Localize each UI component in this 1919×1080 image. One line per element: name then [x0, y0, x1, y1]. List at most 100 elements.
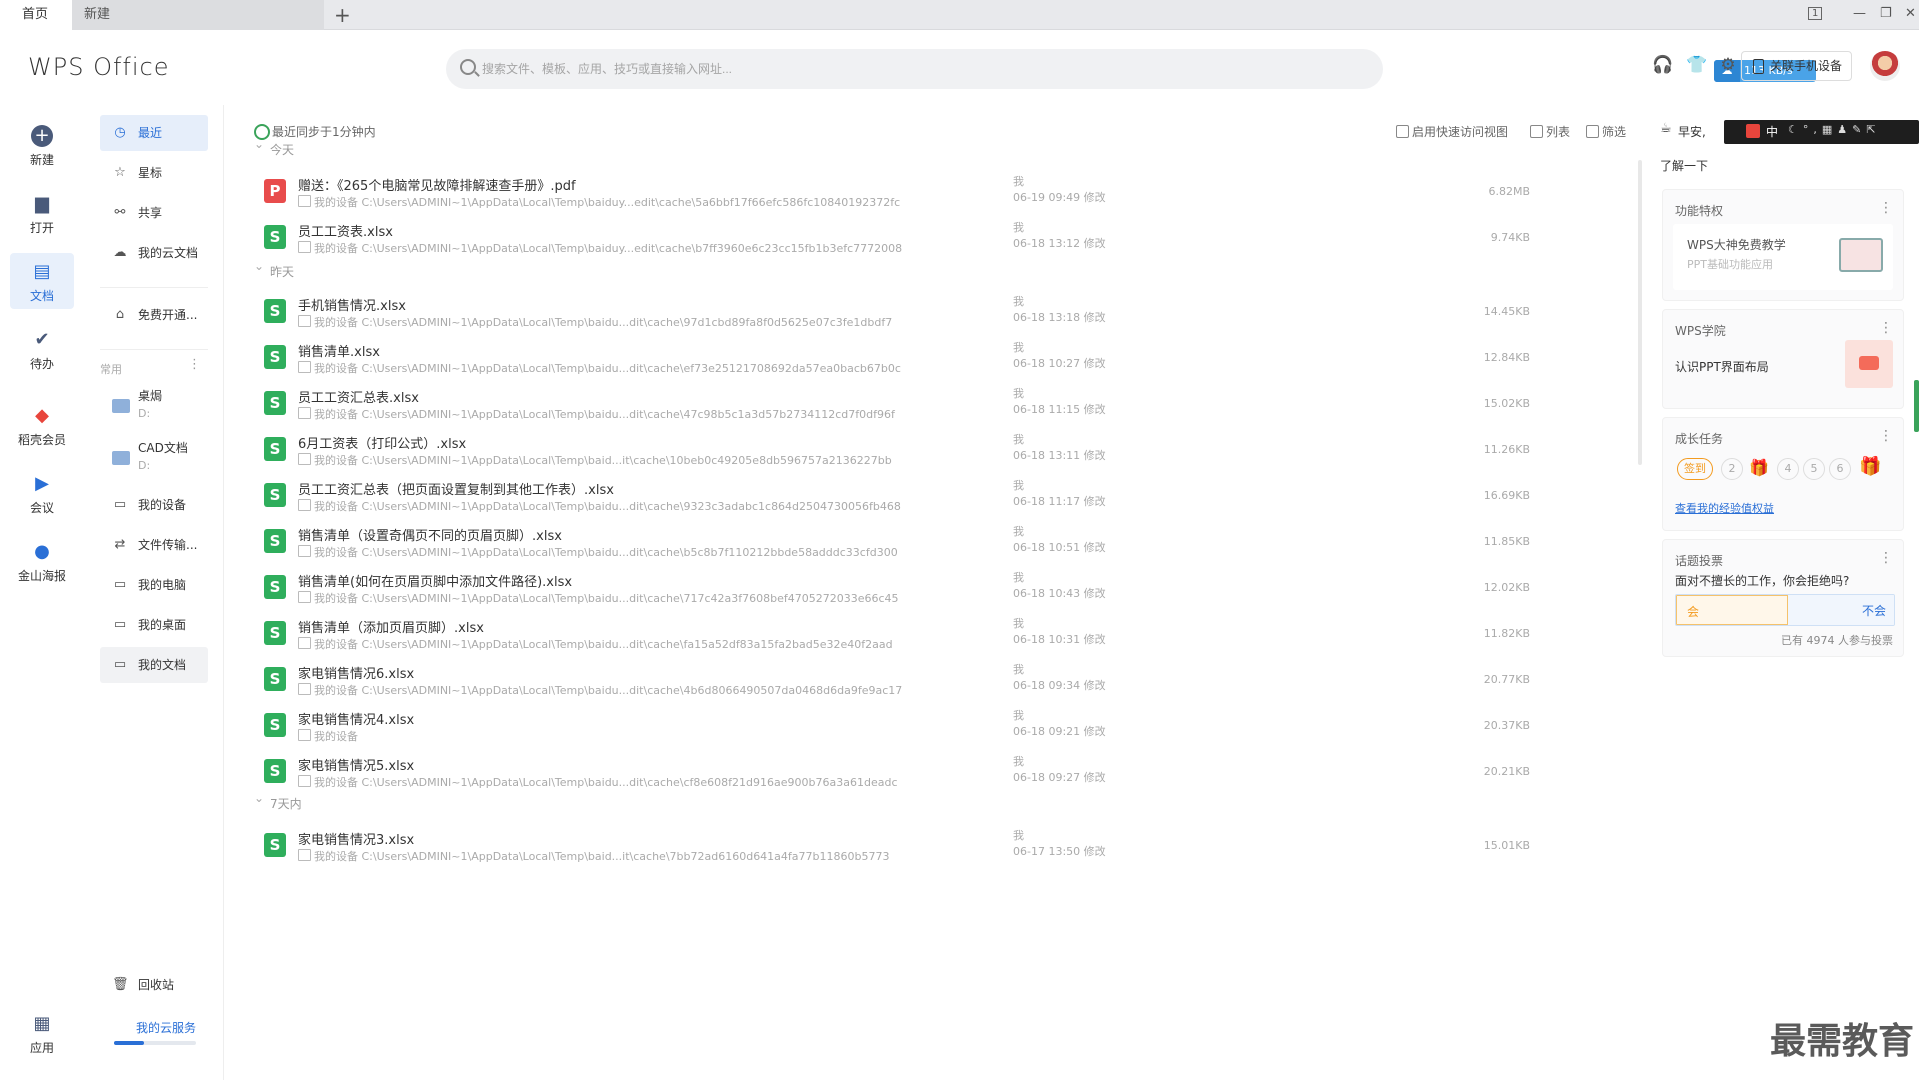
- greeting: ☕ 早安,: [1660, 121, 1706, 140]
- nav-docer[interactable]: ◆ 稻壳会员: [7, 397, 77, 453]
- vote-card[interactable]: 话题投票 ⋮ 面对不擅长的工作，你会拒绝吗? 会 不会 已有 4974 人参与投…: [1662, 539, 1904, 657]
- cloud-icon: ☁: [113, 245, 127, 260]
- nav-new[interactable]: + 新建: [10, 117, 74, 173]
- device-icon: ▭: [113, 497, 127, 512]
- nav-apps[interactable]: ▦ 应用: [10, 1005, 74, 1061]
- nav-poster[interactable]: ● 金山海报: [7, 533, 77, 589]
- quick-access-toggle[interactable]: 启用快速访问视图: [1396, 123, 1508, 140]
- more-icon[interactable]: ⋮: [1879, 428, 1893, 444]
- sub-item-my-docs[interactable]: ▭ 我的文档: [100, 647, 208, 683]
- nav-docs[interactable]: ▤ 文档: [10, 253, 74, 309]
- location-cad[interactable]: CAD文档 D:: [100, 439, 208, 487]
- file-modified: 06-18 13:12 修改: [1013, 237, 1106, 250]
- file-list-panel: 最近同步于1分钟内 启用快速访问视图 列表 筛选 今天昨天7天内P赠送：《265…: [246, 105, 1636, 1080]
- share-icon: ⚯: [114, 205, 126, 220]
- file-path: 我的设备 C:\Users\ADMINI~1\AppData\Local\Tem…: [298, 636, 893, 652]
- more-icon[interactable]: ⋮: [1879, 320, 1893, 336]
- file-name: 销售清单（设置奇偶页不同的页眉页脚）.xlsx: [298, 529, 562, 544]
- document-icon: ▤: [33, 261, 51, 282]
- file-owner: 我: [1013, 341, 1024, 354]
- file-path: 我的设备 C:\Users\ADMINI~1\AppData\Local\Tem…: [298, 360, 901, 376]
- plus-circle-icon: +: [31, 125, 53, 147]
- more-icon[interactable]: ⋮: [188, 357, 201, 372]
- nav-meeting[interactable]: ▶ 会议: [10, 465, 74, 521]
- file-path: 我的设备 C:\Users\ADMINI~1\AppData\Local\Tem…: [298, 682, 902, 698]
- sub-item-label: 我的桌面: [138, 618, 187, 632]
- apps-grid-icon: ▦: [33, 1013, 51, 1034]
- tab-home[interactable]: 首页: [0, 0, 72, 30]
- file-row[interactable]: S 家电销售情况5.xlsx 我的设备 C:\Users\ADMINI~1\AppD…: [246, 747, 1626, 803]
- spreadsheet-file-icon: S: [264, 621, 286, 645]
- file-modified: 06-18 10:43 修改: [1013, 587, 1106, 600]
- folder-icon: [112, 451, 130, 465]
- headset-icon[interactable]: 🎧: [1652, 55, 1673, 75]
- sub-item-share[interactable]: ⚯ 共享: [100, 195, 208, 231]
- avatar[interactable]: [1870, 51, 1900, 81]
- sub-item-free[interactable]: ⌂ 免费开通...: [100, 297, 208, 333]
- more-icon[interactable]: ⋮: [1879, 550, 1893, 566]
- nav-todo[interactable]: ✔ 待办: [10, 321, 74, 377]
- nav-label: 稻壳会员: [17, 433, 66, 447]
- gear-icon[interactable]: ⚙: [1718, 55, 1738, 75]
- nav-open[interactable]: ▆ 打开: [10, 185, 74, 241]
- sub-item-my-pc[interactable]: ▭ 我的电脑: [100, 567, 208, 603]
- academy-card[interactable]: WPS学院 ⋮ 认识PPT界面布局: [1662, 309, 1904, 409]
- side-tab[interactable]: [1914, 380, 1919, 432]
- vote-no-label: 不会: [1861, 604, 1886, 618]
- location-desktop[interactable]: 桌焗 D:: [100, 387, 208, 435]
- bind-phone-button[interactable]: 关联手机设备: [1741, 51, 1852, 81]
- tab-new[interactable]: 新建: [72, 0, 324, 30]
- filter-button[interactable]: 筛选: [1586, 123, 1626, 140]
- sub-item-recent[interactable]: ◷ 最近: [100, 115, 208, 151]
- layout-icon[interactable]: 1: [1808, 7, 1823, 20]
- sub-item-star[interactable]: ☆ 星标: [100, 155, 208, 191]
- location-label: 桌焗: [138, 389, 163, 403]
- feature-banner[interactable]: WPS大神免费教学 PPT基础功能应用: [1673, 224, 1893, 290]
- sub-item-label: 星标: [138, 166, 163, 180]
- spreadsheet-file-icon: S: [264, 713, 286, 737]
- shirt-icon[interactable]: 👕: [1686, 55, 1707, 75]
- search-bar[interactable]: [446, 49, 1383, 89]
- folder-icon: ▆: [35, 193, 49, 214]
- left-nav: + 新建 ▆ 打开 ▤ 文档 ✔ 待办 ◆ 稻壳会员 ▶ 会议 ● 金山海报 ▦…: [0, 105, 84, 1080]
- file-name: 家电销售情况4.xlsx: [298, 713, 415, 728]
- docer-icon: ◆: [35, 405, 49, 426]
- sub-item-transfer[interactable]: ⇄ 文件传输...: [100, 527, 208, 563]
- close-button[interactable]: ✕: [1905, 6, 1916, 21]
- growth-task-card[interactable]: 成长任务 ⋮ 签到 2 🎁 4 5 6 🎁 查看我的经验值权益: [1662, 417, 1904, 531]
- feature-card[interactable]: 功能特权 ⋮ WPS大神免费教学 PPT基础功能应用: [1662, 189, 1904, 301]
- ime-toolbar[interactable]: 中 ☾°,▦♟✎⇱: [1724, 120, 1919, 144]
- add-tab-button[interactable]: +: [334, 3, 351, 27]
- file-name: 销售清单（添加页眉页脚）.xlsx: [298, 621, 484, 636]
- experience-link[interactable]: 查看我的经验值权益: [1675, 500, 1774, 516]
- file-size: 12.02KB: [1483, 581, 1530, 594]
- minimize-button[interactable]: —: [1853, 6, 1866, 21]
- video-thumbnail[interactable]: [1845, 340, 1893, 388]
- sub-item-my-desktop[interactable]: ▭ 我的桌面: [100, 607, 208, 643]
- list-view-toggle[interactable]: 列表: [1530, 123, 1570, 140]
- storage-progress-fill: [114, 1041, 144, 1045]
- scrollbar[interactable]: [1638, 160, 1642, 465]
- more-icon[interactable]: ⋮: [1879, 200, 1893, 216]
- restore-button[interactable]: ❐: [1880, 6, 1892, 21]
- nav-label: 应用: [29, 1041, 54, 1055]
- sub-item-recycle[interactable]: 🗑 回收站: [100, 967, 208, 1003]
- file-row[interactable]: S 家电销售情况3.xlsx 我的设备 C:\Users\ADMINI~1\AppD…: [246, 821, 1626, 877]
- file-path: 我的设备: [298, 728, 358, 744]
- search-input[interactable]: [482, 49, 1362, 89]
- nav-label: 文档: [29, 289, 54, 303]
- file-name: 赠送：《265个电脑常见故障排解速查手册》.pdf: [298, 179, 576, 194]
- signin-badge[interactable]: 签到: [1677, 458, 1713, 480]
- sub-item-my-device[interactable]: ▭ 我的设备: [100, 487, 208, 523]
- group-header-today[interactable]: 今天: [254, 137, 294, 158]
- spreadsheet-file-icon: S: [264, 483, 286, 507]
- vote-yes-button[interactable]: 会: [1676, 595, 1788, 625]
- sub-item-label: 文件传输...: [138, 538, 198, 552]
- cloud-service-link[interactable]: 我的云服务: [136, 1019, 196, 1036]
- vote-no-button[interactable]: 不会: [1788, 595, 1894, 625]
- file-size: 12.84KB: [1483, 351, 1530, 364]
- file-size: 11.82KB: [1483, 627, 1530, 640]
- sub-item-cloud[interactable]: ☁ 我的云文档: [100, 235, 208, 271]
- transfer-icon: ⇄: [114, 537, 126, 552]
- file-row[interactable]: S 员工工资表.xlsx 我的设备 C:\Users\ADMINI~1\AppDat…: [246, 213, 1626, 269]
